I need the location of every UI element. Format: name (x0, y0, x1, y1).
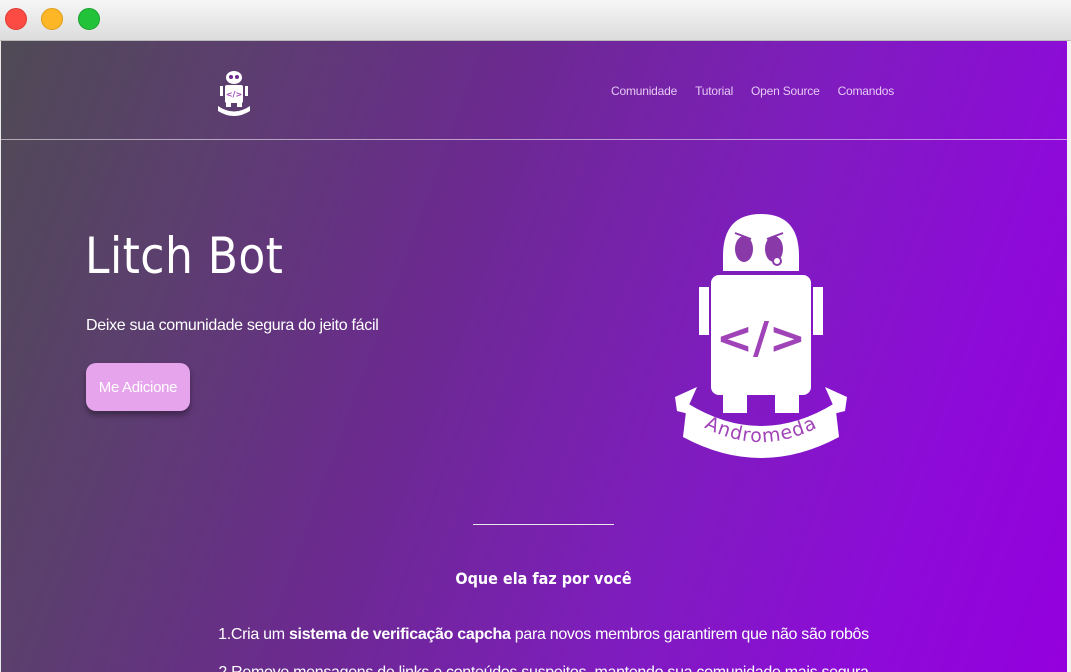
navbar: </> Comunidade Tutorial Open Source Coma… (1, 41, 1067, 140)
robot-mascot-icon: </> Andromeda (675, 214, 847, 458)
browser-window: </> Comunidade Tutorial Open Source Coma… (0, 0, 1071, 672)
nav-link-comunidade[interactable]: Comunidade (611, 84, 677, 98)
features-title: Oque ela faz por você (455, 569, 632, 588)
nav-links: Comunidade Tutorial Open Source Comandos (611, 84, 894, 98)
feature-item-1-suffix: para novos membros garantirem que não sã… (510, 626, 869, 643)
maximize-window-button[interactable] (78, 8, 100, 30)
hero-subtitle: Deixe sua comunidade segura do jeito fác… (86, 317, 379, 334)
svg-text:</>: </> (716, 313, 806, 364)
add-bot-button[interactable]: Me Adicione (86, 363, 190, 411)
close-window-button[interactable] (5, 8, 27, 30)
svg-text:</>: </> (226, 90, 242, 99)
minimize-window-button[interactable] (41, 8, 63, 30)
feature-item-1-prefix: 1.Cria um (218, 626, 289, 643)
nav-link-tutorial[interactable]: Tutorial (695, 84, 733, 98)
feature-item-1: 1.Cria um sistema de verificação capcha … (1, 626, 1067, 644)
feature-item-1-highlight: sistema de verificação capcha (288, 626, 511, 643)
nav-link-comandos[interactable]: Comandos (838, 84, 895, 98)
page-viewport: </> Comunidade Tutorial Open Source Coma… (1, 41, 1067, 672)
feature-item-2: 2.Remove mensagens de links e conteúdos … (1, 664, 1067, 672)
robot-logo-icon[interactable]: </> (217, 71, 251, 117)
window-titlebar (0, 0, 1071, 41)
window-frame-edge (1067, 41, 1071, 672)
section-divider (473, 524, 614, 525)
hero-title: Litch Bot (85, 227, 284, 285)
nav-link-open-source[interactable]: Open Source (751, 84, 820, 98)
